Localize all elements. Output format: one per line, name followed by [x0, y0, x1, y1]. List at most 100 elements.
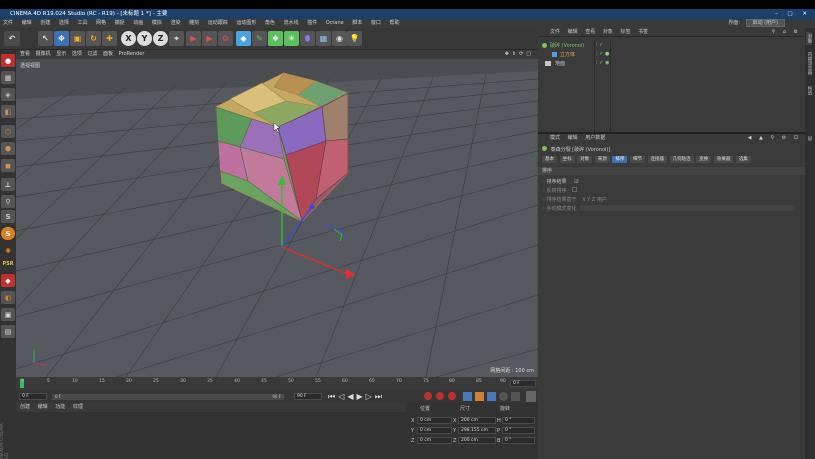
render-settings-icon[interactable]: ⚙ [218, 31, 233, 46]
om-menu-edit[interactable]: 编辑 [568, 29, 578, 35]
edges-mode-icon[interactable]: ⬢ [1, 142, 15, 155]
object-row[interactable]: 破碎 (Voronoi) ⁝ ✓ [538, 42, 805, 50]
object-name-floor[interactable]: 地面 [555, 60, 565, 67]
viewport-menu-options[interactable]: 选项 [72, 50, 82, 59]
sun-plugin-icon[interactable]: ✺ [1, 244, 15, 257]
object-name-cube[interactable]: 立方体 [560, 51, 575, 58]
om-search-icons[interactable]: ⚲ ⌂ ⚙ [772, 28, 802, 37]
menu-simulate[interactable]: 模拟 [152, 19, 162, 28]
rotate-key-icon[interactable] [487, 392, 496, 401]
tab-geometry-glue[interactable]: 几何粘连 [669, 156, 694, 163]
viewport-nav-icons[interactable]: ✥⇕⟳▢ [505, 50, 534, 59]
layout-dropdown[interactable]: 启动 (用户) [745, 19, 785, 27]
side-tab-content-browser[interactable]: 内容浏览器 [806, 50, 812, 77]
tab-coord[interactable]: 坐标 [559, 156, 575, 163]
menu-render[interactable]: 渲染 [170, 19, 180, 28]
material-menu-texture[interactable]: 纹理 [73, 404, 83, 410]
om-menu-view[interactable]: 查看 [585, 29, 595, 35]
material-menu-function[interactable]: 功能 [55, 404, 65, 410]
points-mode-icon[interactable]: ⬡ [1, 125, 15, 138]
am-menu-mode[interactable]: 模式 [550, 135, 560, 141]
menu-octane[interactable]: Octane [326, 19, 344, 28]
playback-controls[interactable]: ⏮◁◀▶▷⏭ [328, 392, 385, 402]
size-y-field[interactable]: 298.155 cm [458, 427, 496, 434]
side-tab-objects[interactable]: 对象 [806, 32, 812, 45]
enable-axis-icon[interactable]: ⊥ [1, 178, 15, 191]
cube-primitive-icon[interactable]: ◆ [236, 31, 251, 46]
viewport-menu-display[interactable]: 显示 [56, 50, 66, 59]
texture-mode-icon[interactable]: ◈ [1, 88, 15, 101]
am-menu-userdata[interactable]: 用户数据 [585, 135, 605, 141]
position-z-field[interactable]: 0 cm [417, 437, 452, 444]
invert-sort-checkbox[interactable] [572, 187, 578, 192]
object-visibility-toggle[interactable]: ⁝ ✓ ◉ [596, 60, 609, 66]
size-x-field[interactable]: 200 cm [458, 417, 496, 424]
am-menu-edit[interactable]: 编辑 [568, 135, 578, 141]
z-axis-lock-icon[interactable]: Z [153, 31, 168, 46]
menu-help[interactable]: 帮助 [390, 19, 400, 28]
tab-sources[interactable]: 来源 [594, 156, 610, 163]
auto-key-icon[interactable] [436, 392, 444, 400]
perspective-viewport[interactable]: 透视视图 网格间距 : 100 cm [16, 59, 538, 377]
keyframe-selection-icon[interactable] [448, 392, 456, 400]
size-z-field[interactable]: 200 cm [458, 437, 496, 444]
side-tab-structure[interactable]: 构造 [806, 84, 812, 97]
rotation-h-field[interactable]: 0 ° [502, 417, 535, 424]
model-mode-icon[interactable]: ▩ [1, 71, 15, 84]
tab-object[interactable]: 对象 [577, 156, 593, 163]
viewport-menu-panel[interactable]: 面板 [103, 50, 113, 59]
move-key-icon[interactable] [463, 392, 472, 401]
om-menu-bookmarks[interactable]: 书签 [638, 29, 648, 35]
select-arrow-icon[interactable]: ↖ [38, 31, 53, 46]
floor-icon[interactable]: ▦ [316, 31, 331, 46]
menu-mesh[interactable]: 网格 [96, 19, 106, 28]
start-frame-field[interactable]: 0 F [19, 393, 47, 400]
menu-sculpt[interactable]: 雕刻 [189, 19, 199, 28]
menu-edit[interactable]: 编辑 [22, 19, 32, 28]
menu-motion-tracker[interactable]: 运动跟踪 [208, 19, 228, 28]
x-axis-lock-icon[interactable]: X [121, 31, 136, 46]
viewport-menu-cameras[interactable]: 摄像机 [36, 50, 51, 59]
transform-tool-icon[interactable]: ✚ [102, 31, 117, 46]
viewport-menu-filter[interactable]: 过滤 [87, 50, 97, 59]
object-row[interactable]: 立方体 ⁝ ✓ ● [538, 51, 805, 59]
om-menu-tags[interactable]: 标签 [620, 29, 630, 35]
make-editable-icon[interactable]: ● [1, 54, 15, 67]
menu-window[interactable]: 窗口 [371, 19, 381, 28]
menu-pipeline[interactable]: 流水线 [284, 19, 299, 28]
manual-mode-slider[interactable] [580, 205, 794, 211]
menu-file[interactable]: 文件 [3, 19, 13, 28]
paint-plugin-icon[interactable]: ◐ [1, 291, 15, 304]
move-tool-icon[interactable]: ✥ [54, 31, 69, 46]
sort-base-options[interactable]: X Y Z 用户 [582, 197, 607, 203]
position-y-field[interactable]: 0 cm [417, 427, 452, 434]
subdivision-icon[interactable]: ❖ [268, 31, 283, 46]
menu-mograph[interactable]: 运动图形 [236, 19, 256, 28]
menu-plugins[interactable]: 插件 [307, 19, 317, 28]
psr-icon[interactable]: PSR [1, 257, 15, 270]
material-menu-create[interactable]: 创建 [20, 404, 30, 410]
record-key-icon[interactable] [424, 392, 432, 400]
viewport-menu-prorender[interactable]: ProRender [119, 50, 145, 59]
tab-transform[interactable]: 变换 [696, 156, 712, 163]
cloner-icon[interactable]: ✳ [284, 31, 299, 46]
snap-icon[interactable]: S [1, 210, 15, 223]
side-tab-layers[interactable]: 层 [806, 134, 812, 143]
menu-create[interactable]: 创建 [40, 19, 50, 28]
scale-tool-icon[interactable]: ▣ [70, 31, 85, 46]
menu-script[interactable]: 脚本 [352, 19, 362, 28]
current-frame-field[interactable]: 0 F [510, 380, 536, 387]
object-name-voronoi[interactable]: 破碎 (Voronoi) [550, 42, 584, 49]
pen-spline-icon[interactable]: ✎ [252, 31, 267, 46]
timeline-menu-icon[interactable] [526, 391, 536, 402]
menu-tools[interactable]: 工具 [77, 19, 87, 28]
camera-icon[interactable]: ◉ [332, 31, 347, 46]
undo-icon[interactable]: ↶ [4, 31, 20, 46]
am-nav-icons[interactable]: ◀ ▲ ⚲ ⚙ ⊡ [748, 134, 801, 143]
workplane-icon[interactable]: ◧ [1, 105, 15, 118]
scale-key-icon[interactable] [475, 392, 484, 401]
tab-effectors[interactable]: 效果器 [713, 156, 734, 163]
material-menu-edit[interactable]: 编辑 [38, 404, 48, 410]
render-picture-viewer-icon[interactable]: ▶ [202, 31, 217, 46]
menu-animate[interactable]: 动画 [133, 19, 143, 28]
